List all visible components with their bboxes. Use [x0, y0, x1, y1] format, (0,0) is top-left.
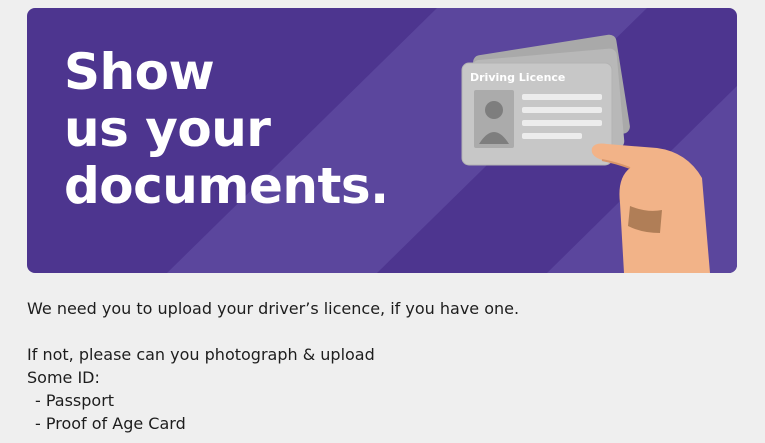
alternative-text-line-2: Some ID:	[27, 368, 100, 387]
instructions: We need you to upload your driver’s lice…	[27, 297, 727, 435]
card-label: Driving Licence	[470, 71, 565, 84]
list-item-passport: - Passport	[35, 391, 115, 410]
driving-licence-card: Driving Licence	[461, 62, 613, 166]
headline-line-2: us your	[64, 100, 271, 158]
id-options-list: - Passport - Proof of Age Card	[27, 389, 727, 435]
headline-line-1: Show	[64, 43, 215, 101]
id-card-in-hand-icon: Driving Licence	[461, 34, 710, 273]
list-item-proof-of-age-card: - Proof of Age Card	[35, 414, 186, 433]
hero-banner: Show us your documents. Driving Licence	[27, 8, 737, 273]
alternative-text-line-1: If not, please can you photograph & uplo…	[27, 345, 375, 364]
banner-headline: Show us your documents.	[64, 44, 389, 215]
headline-line-3: documents.	[64, 157, 389, 215]
intro-text: We need you to upload your driver’s lice…	[27, 299, 520, 318]
